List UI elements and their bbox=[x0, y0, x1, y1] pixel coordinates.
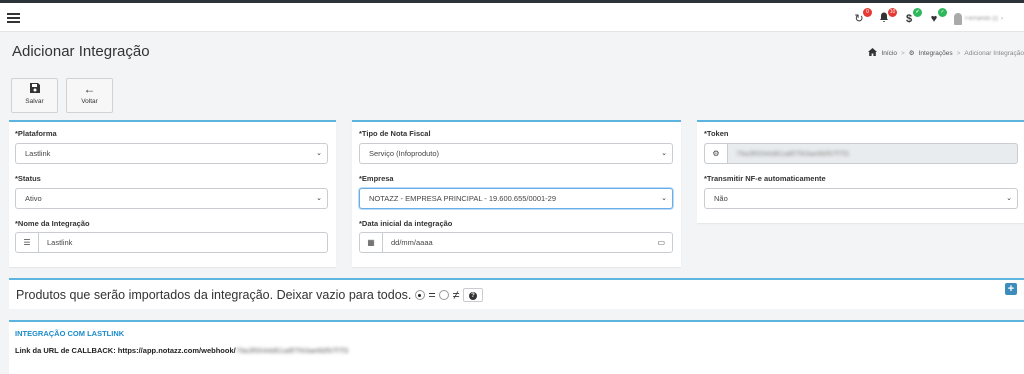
tipo-nota-value: Serviço (Infoproduto) bbox=[369, 149, 440, 158]
refresh-badge: 0 bbox=[863, 8, 872, 17]
form-card-left: *Plataforma Lastlink ⌄ *Status Ativo ⌄ *… bbox=[9, 120, 336, 267]
nome-value[interactable]: Lastlink bbox=[39, 233, 327, 252]
bell-badge: 10 bbox=[888, 8, 897, 17]
breadcrumb-current: Adicionar Integração bbox=[964, 49, 1024, 57]
cogs-icon: ⚙ bbox=[705, 144, 728, 163]
breadcrumb-home[interactable]: Início bbox=[881, 50, 897, 57]
nome-label: *Nome da Integração bbox=[15, 219, 90, 228]
plataforma-value: Lastlink bbox=[25, 149, 51, 158]
status-label: *Status bbox=[15, 174, 41, 183]
equal-radio[interactable] bbox=[414, 290, 425, 300]
chevron-down-icon: ⌄ bbox=[316, 150, 322, 157]
help-button[interactable]: ? bbox=[463, 288, 483, 302]
chevron-down-icon: ⌄ bbox=[661, 150, 667, 157]
form-card-right: *Token ⚙ 79a3f0044d61a8f7f43ae6bf97f7f3 … bbox=[697, 120, 1024, 223]
equal-symbol: = bbox=[428, 288, 436, 302]
calendar-picker-icon[interactable]: ▭ bbox=[657, 233, 665, 252]
save-button[interactable]: Salvar bbox=[11, 78, 58, 113]
add-product-button[interactable]: + bbox=[1005, 283, 1017, 295]
status-select[interactable]: Ativo ⌄ bbox=[15, 188, 328, 209]
top-navbar: ↻ 0 10 $ ✓ ♥ ✓ Fernando (I) › bbox=[0, 3, 1024, 32]
empresa-value: NOTAZZ - EMPRESA PRINCIPAL - 19.600.655/… bbox=[369, 194, 557, 203]
transmitir-label: *Transmitir NF-e automaticamente bbox=[704, 174, 826, 183]
integracao-panel: INTEGRAÇÃO COM LASTLINK Link da URL de C… bbox=[9, 320, 1024, 374]
plataforma-select[interactable]: Lastlink ⌄ bbox=[15, 143, 328, 164]
calendar-icon: ▦ bbox=[360, 233, 383, 252]
chevron-down-icon: › bbox=[1001, 16, 1004, 22]
user-avatar-icon bbox=[954, 13, 962, 25]
callback-link[interactable]: Link da URL de CALLBACK: https://app.not… bbox=[15, 346, 348, 355]
transmitir-select[interactable]: Não ⌄ bbox=[704, 188, 1018, 209]
breadcrumb-separator: > bbox=[956, 49, 961, 57]
breadcrumb: Início > ⚙ Integrações > Adicionar Integ… bbox=[868, 48, 1024, 58]
nome-input[interactable]: ☰ Lastlink bbox=[15, 232, 328, 253]
callback-token: 79a3f0044d61a8f7f43ae6bf97f7f3 bbox=[235, 346, 349, 355]
chevron-down-icon: ⌄ bbox=[661, 195, 667, 202]
dollar-icon[interactable]: $ ✓ bbox=[902, 8, 922, 26]
back-button[interactable]: ← Voltar bbox=[66, 78, 113, 113]
home-icon bbox=[868, 48, 878, 58]
callback-label: Link da URL de CALLBACK: https://app.not… bbox=[15, 346, 236, 355]
data-inicial-label: *Data inicial da integração bbox=[359, 219, 453, 228]
save-label: Salvar bbox=[25, 98, 44, 105]
integracao-title: INTEGRAÇÃO COM LASTLINK bbox=[15, 329, 125, 338]
notequal-radio[interactable] bbox=[439, 290, 450, 300]
produtos-panel: Produtos que serão importados da integra… bbox=[9, 278, 1024, 309]
transmitir-value: Não bbox=[714, 194, 728, 203]
cogs-icon: ⚙ bbox=[908, 50, 915, 57]
list-icon: ☰ bbox=[16, 233, 39, 252]
produtos-text: Produtos que serão importados da integra… bbox=[16, 288, 460, 302]
token-input[interactable]: ⚙ 79a3f0044d61a8f7f43ae6bf97f7f3 bbox=[704, 143, 1018, 164]
user-menu[interactable]: Fernando (I) › bbox=[954, 12, 1003, 26]
data-inicial-input[interactable]: ▦ dd/mm/aaaa ▭ bbox=[359, 232, 673, 253]
arrow-left-icon: ← bbox=[83, 82, 96, 96]
data-inicial-placeholder[interactable]: dd/mm/aaaa ▭ bbox=[383, 233, 672, 252]
tipo-nota-label: *Tipo de Nota Fiscal bbox=[359, 129, 431, 138]
bell-icon[interactable]: 10 bbox=[877, 8, 897, 26]
tipo-nota-select[interactable]: Serviço (Infoproduto) ⌄ bbox=[359, 143, 673, 164]
refresh-icon[interactable]: ↻ 0 bbox=[852, 8, 872, 26]
question-icon: ? bbox=[469, 291, 477, 300]
notequal-symbol: ≠ bbox=[452, 288, 460, 302]
token-label: *Token bbox=[704, 129, 729, 138]
breadcrumb-separator: > bbox=[900, 49, 905, 57]
token-text: 79a3f0044d61a8f7f43ae6bf97f7f3 bbox=[736, 149, 849, 158]
menu-toggle-icon[interactable] bbox=[7, 13, 20, 23]
chevron-down-icon: ⌄ bbox=[316, 195, 322, 202]
page-title: Adicionar Integração bbox=[12, 43, 150, 60]
heart-badge: ✓ bbox=[938, 8, 947, 17]
form-card-middle: *Tipo de Nota Fiscal Serviço (Infoprodut… bbox=[352, 120, 681, 267]
breadcrumb-integracoes[interactable]: Integrações bbox=[919, 50, 953, 57]
chevron-down-icon: ⌄ bbox=[1006, 195, 1012, 202]
empresa-select[interactable]: NOTAZZ - EMPRESA PRINCIPAL - 19.600.655/… bbox=[359, 188, 673, 209]
save-icon bbox=[12, 83, 57, 96]
user-name: Fernando (I) bbox=[965, 16, 999, 22]
token-value: 79a3f0044d61a8f7f43ae6bf97f7f3 bbox=[728, 144, 1017, 163]
back-label: Voltar bbox=[81, 98, 98, 105]
status-value: Ativo bbox=[25, 194, 42, 203]
date-placeholder: dd/mm/aaaa bbox=[391, 238, 433, 247]
plataforma-label: *Plataforma bbox=[15, 129, 57, 138]
empresa-label: *Empresa bbox=[359, 174, 394, 183]
dollar-badge: ✓ bbox=[913, 8, 922, 17]
heart-icon[interactable]: ♥ ✓ bbox=[927, 8, 947, 26]
produtos-description: Produtos que serão importados da integra… bbox=[16, 288, 412, 302]
